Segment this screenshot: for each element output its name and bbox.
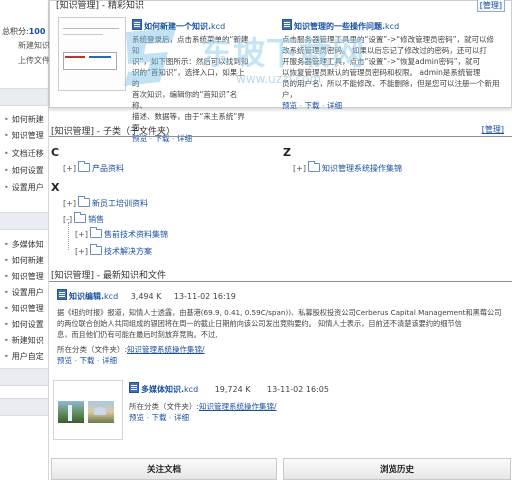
latest-item-1: 知识编辑.kcd 3,494 K 13-11-02 16:19 据《纽约时报》报… [57, 289, 507, 366]
card2-preview-link[interactable]: 预览 [282, 101, 297, 110]
sidebar-recent-7[interactable]: 新建知识 [4, 335, 44, 346]
card1-thumbnail[interactable] [58, 17, 126, 91]
latest1-preview-link[interactable]: 预览 [57, 356, 72, 365]
expand-icon[interactable]: [+] [63, 164, 76, 173]
sidebar-recent-8[interactable]: 用户自定 [4, 351, 44, 362]
thumbnail-photo [58, 401, 84, 423]
sidebar-recent-4[interactable]: 设置用户 [4, 287, 44, 298]
group-letter-z: Z [283, 146, 291, 159]
card2-detail-link[interactable]: 详细 [327, 101, 342, 110]
sidebar-item-3[interactable]: 文档迁移 [4, 148, 44, 159]
sidebar-recent-3[interactable]: 知识管理 [4, 271, 44, 282]
card2-title-link[interactable]: 知识管理的一些操作问题.kcd [282, 19, 507, 32]
latest-item-2: 多媒体知识.kcd 19,724 K 13-11-02 16:05 所在分类（文… [129, 382, 499, 423]
group-letter-x: X [51, 181, 60, 194]
points-stat: 总积分:100 [2, 26, 45, 37]
latest2-date: 13-11-02 16:05 [267, 385, 329, 394]
folder-icon [77, 161, 90, 172]
card1-title-link[interactable]: 如何新建一个知识.kcd [132, 19, 252, 32]
latest2-title-link[interactable]: 多媒体知识.kcd [129, 382, 198, 394]
document-icon [129, 382, 139, 393]
folder-item-solutions[interactable]: [+] 技术解决方案 [75, 244, 152, 257]
card2-actions: 预览 - 下载 - 详细 [282, 101, 342, 110]
latest1-size: 3,494 K [130, 292, 162, 301]
document-icon [282, 19, 292, 30]
featured-panel: [知识管理] - 精彩知识 [管理] 如何新建一个知识.kcd 系统登录后，点击… [49, 0, 512, 143]
folder-icon [74, 212, 87, 223]
latest1-download-link[interactable]: 下载 [80, 356, 95, 365]
latest2-actions: 预览 - 下载 - 详细 [129, 413, 189, 422]
latest-divider [49, 281, 512, 282]
expand-icon[interactable]: [+] [75, 247, 88, 256]
folder-item-training[interactable]: [+] 新员工培训资料 [63, 196, 148, 209]
folder-item-ops[interactable]: [+] 知识管理系统操作集锦 [293, 161, 402, 174]
sidebar-section-header-2 [0, 212, 48, 230]
expand-icon[interactable]: [+] [63, 199, 76, 208]
latest1-category: 所在分类（文件夹）:知识管理系统操作集锦/ [57, 345, 205, 354]
latest2-size: 19,724 K [214, 385, 251, 394]
main-content: [知识管理] - 精彩知识 [管理] 如何新建一个知识.kcd 系统登录后，点击… [49, 0, 512, 480]
follow-document-button[interactable]: 关注文档 [51, 458, 277, 480]
card2-download-link[interactable]: 下载 [305, 101, 320, 110]
sidebar-recent-1[interactable]: 多媒体知 [4, 239, 44, 250]
thumbnail-photo [88, 401, 114, 423]
sidebar-item-4[interactable]: 如何设置 [4, 165, 44, 176]
sidebar-item-2[interactable]: 知识管理 [4, 130, 44, 141]
featured-manage-button[interactable]: [管理] [476, 0, 505, 12]
expand-icon[interactable]: [+] [75, 230, 88, 239]
folder-item-presales[interactable]: [+] 售前技术资料集锦 [75, 227, 168, 240]
sidebar-recent-2[interactable]: 如何新建 [4, 255, 44, 266]
latest2-preview-link[interactable]: 预览 [129, 413, 144, 422]
latest2-category: 所在分类（文件夹）:知识管理系统操作集锦/ [129, 402, 277, 411]
latest1-description: 据《纽约时报》报道，知情人士透露，由基港(69.9, 0.41, 0.59C/s… [57, 308, 502, 339]
browse-history-button[interactable]: 浏览历史 [283, 458, 511, 480]
latest1-date: 13-11-02 16:19 [173, 292, 236, 301]
card1-description: 系统登录后，点击系统菜单的“新建知 识”，如下图所示：然后可以找到知 识的“首知… [132, 35, 249, 132]
points-label: 总积分: [2, 27, 29, 36]
document-icon [132, 19, 142, 30]
sidebar-recent-6[interactable]: 如何设置 [4, 319, 44, 330]
card2-description: 点击服务器管理工具里的“设置”->“修改管理员密码”，就可以修 改系统管理员密码… [282, 35, 500, 99]
latest2-download-link[interactable]: 下载 [152, 413, 167, 422]
upload-file-link[interactable]: 上传文件 [18, 55, 50, 66]
points-value: 100 [28, 27, 46, 36]
latest1-detail-link[interactable]: 详细 [102, 356, 117, 365]
folder-icon [307, 161, 320, 172]
tree-connector [68, 222, 69, 250]
folder-item-product[interactable]: [+] 产品资料 [63, 161, 124, 174]
latest2-thumbnail[interactable] [53, 380, 123, 440]
left-sidebar: 总积分:100 新建知识 上传文件 如何新建 知识管理 文档迁移 如何设置 设置… [0, 0, 50, 480]
latest2-detail-link[interactable]: 详细 [174, 413, 189, 422]
latest1-actions: 预览 - 下载 - 详细 [57, 356, 117, 365]
expand-icon[interactable]: [+] [293, 164, 306, 173]
latest-title: [知识管理] - 最新知识和文件 [51, 271, 166, 281]
featured-title: [知识管理] - 精彩知识 [56, 1, 144, 11]
sidebar-section-header [0, 88, 48, 106]
sidebar-item-1[interactable]: 如何新建 [4, 114, 44, 125]
new-knowledge-link[interactable]: 新建知识 [18, 40, 50, 51]
folder-item-sales[interactable]: [-] 销售 [63, 212, 104, 225]
subclass-divider [49, 136, 512, 137]
subclass-manage-button[interactable]: [管理] [480, 124, 506, 135]
folder-icon [89, 227, 102, 238]
group-letter-c: C [51, 146, 60, 159]
featured-card-2: 知识管理的一些操作问题.kcd 点击服务器管理工具里的“设置”->“修改管理员密… [282, 19, 507, 111]
sidebar-item-5[interactable]: 设置用户 [4, 182, 44, 193]
document-icon [57, 289, 67, 300]
sidebar-recent-5[interactable]: 知识管理 [4, 303, 44, 314]
latest1-title-link[interactable]: 知识编辑.kcd [57, 289, 118, 301]
latest2-category-link[interactable]: 知识管理系统操作集锦/ [199, 402, 277, 411]
latest1-category-link[interactable]: 知识管理系统操作集锦/ [127, 345, 205, 354]
folder-icon [89, 244, 102, 255]
folder-icon [77, 196, 90, 207]
sidebar-section-header-3 [0, 368, 48, 386]
sidebar-section-header-4 [0, 398, 48, 416]
